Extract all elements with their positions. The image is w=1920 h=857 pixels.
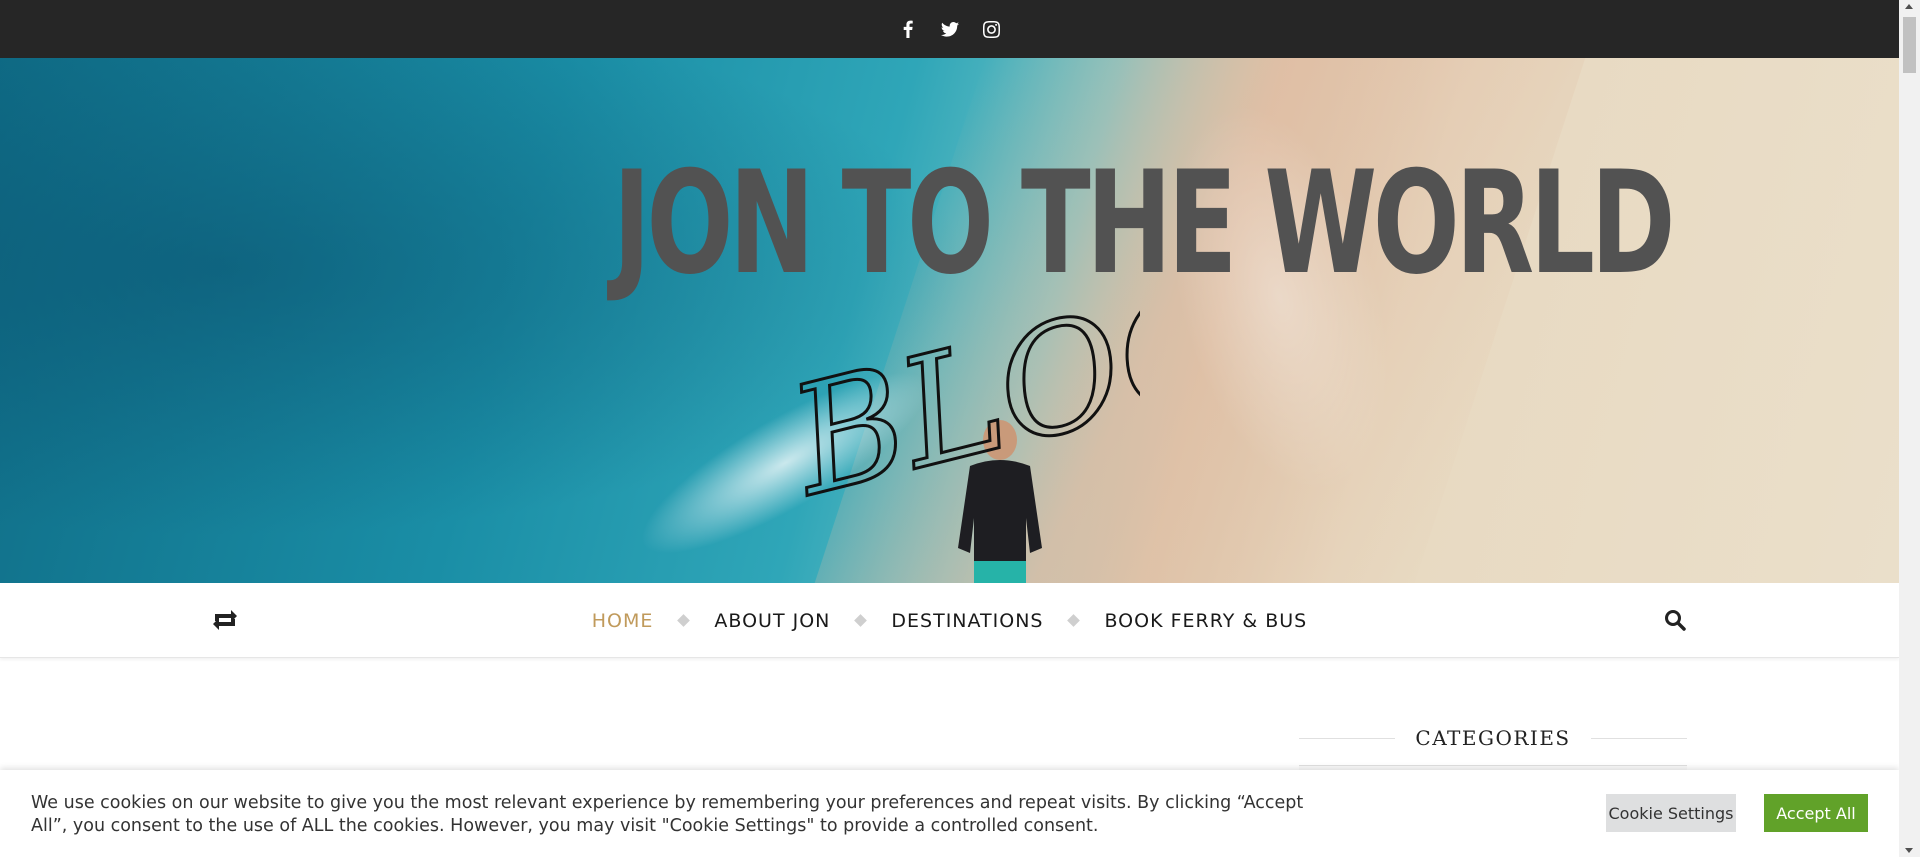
nav-item-book-ferry-bus[interactable]: BOOK FERRY & BUS xyxy=(1104,610,1307,632)
header-banner[interactable]: JON TO THE WORLD BLOG xyxy=(0,58,1899,583)
cookie-consent-text: We use cookies on our website to give yo… xyxy=(31,793,1304,836)
nav-item-destinations[interactable]: DESTINATIONS xyxy=(891,610,1043,632)
social-bar xyxy=(0,0,1899,58)
search-icon[interactable] xyxy=(1664,609,1686,631)
nav-item-about-jon[interactable]: ABOUT JON xyxy=(714,610,830,632)
accept-all-button[interactable]: Accept All xyxy=(1764,794,1868,832)
nav-menu: HOME ABOUT JON DESTINATIONS BOOK FERRY &… xyxy=(0,583,1899,658)
logo-script-text: BLOG xyxy=(773,298,1140,498)
title-divider xyxy=(1590,737,1688,739)
scroll-down-arrow-icon[interactable] xyxy=(1905,848,1913,853)
categories-widget-title: CATEGORIES xyxy=(1299,723,1688,753)
main-navigation: HOME ABOUT JON DESTINATIONS BOOK FERRY &… xyxy=(0,583,1899,658)
widget-title-text: CATEGORIES xyxy=(1415,726,1571,750)
scroll-up-arrow-icon[interactable] xyxy=(1905,4,1913,9)
facebook-icon[interactable] xyxy=(898,19,918,39)
site-logo-script[interactable]: BLOG xyxy=(760,298,1140,498)
cookie-consent-bar: We use cookies on our website to give yo… xyxy=(0,770,1899,857)
page-scrollbar[interactable] xyxy=(1899,0,1920,857)
nav-item-home[interactable]: HOME xyxy=(592,610,654,632)
nav-separator xyxy=(1067,614,1081,627)
site-logo-title[interactable]: JON TO THE WORLD xyxy=(613,153,1676,295)
nav-separator xyxy=(677,614,691,627)
cookie-settings-button[interactable]: Cookie Settings xyxy=(1606,794,1736,832)
nav-separator xyxy=(854,614,868,627)
title-divider xyxy=(1299,737,1396,739)
instagram-icon[interactable] xyxy=(982,19,1002,39)
twitter-icon[interactable] xyxy=(940,19,960,39)
scrollbar-thumb[interactable] xyxy=(1903,17,1916,73)
